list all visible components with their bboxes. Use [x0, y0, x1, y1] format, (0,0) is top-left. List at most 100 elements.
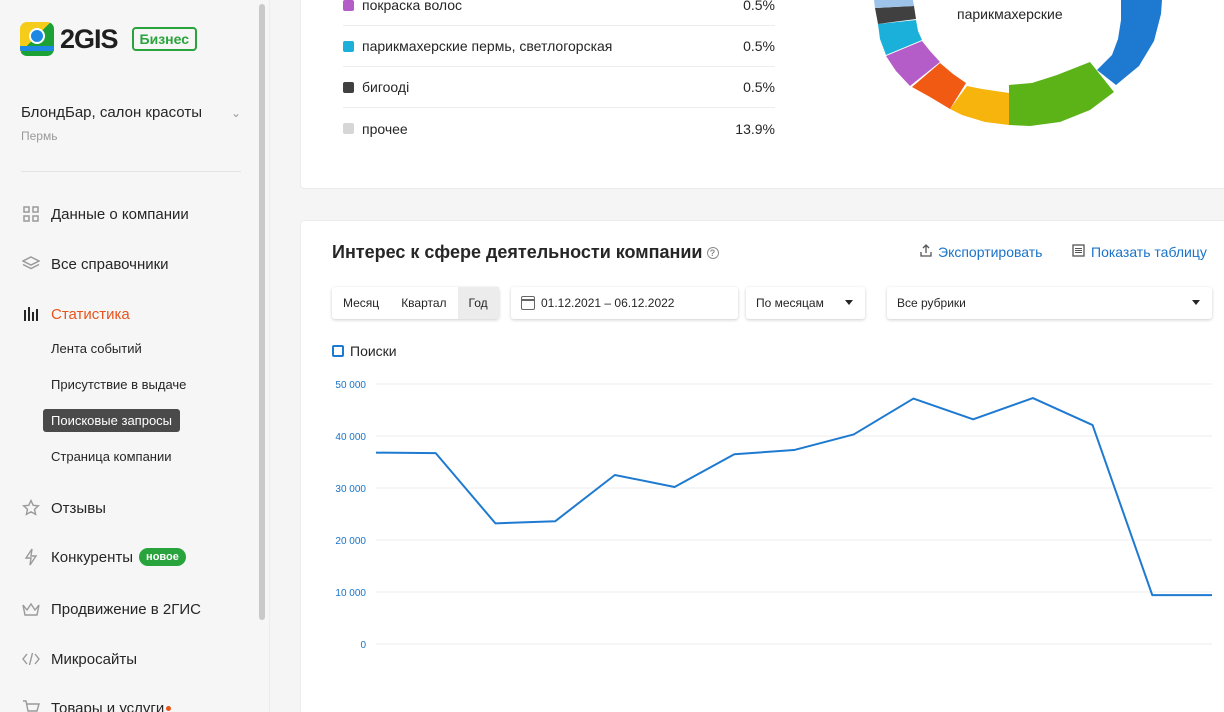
donut-segment[interactable] [1009, 62, 1114, 126]
2gis-logo-icon [20, 22, 54, 56]
data-point[interactable] [490, 518, 500, 528]
table-icon [1072, 244, 1085, 260]
sidebar-scrollbar[interactable] [259, 4, 265, 620]
legend-swatch [343, 0, 354, 11]
nav-directories[interactable]: Все справочники [21, 254, 169, 274]
y-tick-label: 40 000 [335, 432, 366, 443]
legend-value: 0.5% [743, 38, 775, 54]
code-icon [21, 649, 41, 669]
cart-icon [21, 698, 41, 712]
legend-value: 0.5% [743, 0, 775, 13]
data-point[interactable] [968, 414, 978, 424]
tab-quarter[interactable]: Квартал [390, 287, 457, 319]
caret-down-icon [1192, 300, 1200, 305]
data-point[interactable] [729, 449, 739, 459]
logo[interactable]: 2GIS Бизнес [20, 22, 198, 56]
rubric-select[interactable]: Все рубрики [887, 287, 1212, 319]
y-tick-label: 10 000 [335, 588, 366, 599]
series-legend[interactable]: Поиски [332, 343, 397, 359]
data-point[interactable] [371, 448, 381, 458]
nav-competitors[interactable]: Конкуренты новое [21, 547, 186, 567]
export-button[interactable]: Экспортировать [920, 244, 1042, 260]
export-label: Экспортировать [938, 244, 1043, 260]
nav-goods[interactable]: Товары и услуги [21, 698, 172, 712]
data-point[interactable] [1028, 393, 1038, 403]
company-city: Пермь [21, 129, 58, 143]
series-name: Поиски [350, 343, 397, 359]
legend-label: бигоодi [362, 79, 410, 95]
nav-label: Продвижение в 2ГИС [51, 600, 201, 618]
data-point[interactable] [789, 445, 799, 455]
nav-label: Конкуренты [51, 548, 134, 566]
nav-label: Все справочники [51, 255, 169, 273]
nav-label: Отзывы [51, 499, 106, 517]
legend-row: прочее 13.9% [343, 108, 775, 149]
donut-segment[interactable] [1097, 0, 1162, 85]
y-tick-label: 0 [360, 640, 366, 651]
nav-company-data[interactable]: Данные о компании [21, 204, 189, 224]
legend-value: 0.5% [743, 79, 775, 95]
company-switcher[interactable]: БлондБар, салон красоты Пермь ⌄ [21, 104, 243, 143]
chart-title: Интерес к сфере деятельности компании? [332, 242, 719, 263]
legend-row: бигоодi 0.5% [343, 67, 775, 108]
calendar-icon [521, 296, 535, 310]
sub-presence[interactable]: Присутствие в выдаче [51, 377, 186, 392]
nav-label: Микросайты [51, 650, 137, 668]
legend-label: покраска волос [362, 0, 463, 13]
data-point[interactable] [908, 394, 918, 404]
chevron-down-icon[interactable]: ⌄ [231, 106, 241, 120]
series-checkbox[interactable] [332, 345, 344, 357]
legend-row: парикмахерские пермь, светлогорская 0.5% [343, 26, 775, 67]
logo-text: 2GIS [60, 23, 119, 54]
grouping-select[interactable]: По месяцам [746, 287, 865, 319]
sub-company-page[interactable]: Страница компании [51, 449, 172, 464]
nav-label: Статистика [51, 305, 130, 323]
date-range-picker[interactable]: 01.12.2021 – 06.12.2022 [511, 287, 738, 319]
rubric-value: Все рубрики [897, 296, 966, 310]
star-icon [21, 498, 41, 518]
interest-line-chart: 50 000 40 000 30 000 20 000 10 000 0 [335, 380, 1217, 651]
notification-dot [166, 705, 172, 711]
tab-year[interactable]: Год [457, 287, 499, 319]
legend-label: прочее [362, 120, 408, 137]
bar-chart-icon [21, 304, 41, 324]
tab-month[interactable]: Месяц [332, 287, 390, 319]
crown-icon [21, 599, 41, 619]
sub-search-queries[interactable]: Поисковые запросы [43, 409, 181, 432]
legend-swatch [343, 40, 354, 52]
y-tick-label: 20 000 [335, 536, 366, 547]
legend-value: 13.9% [735, 120, 775, 137]
data-point[interactable] [550, 516, 560, 526]
date-range-value: 01.12.2021 – 06.12.2022 [541, 296, 675, 310]
data-point[interactable] [610, 470, 620, 480]
data-point[interactable] [431, 448, 441, 458]
nav-promotion[interactable]: Продвижение в 2ГИС [21, 599, 201, 619]
sub-events[interactable]: Лента событий [51, 341, 142, 356]
show-table-button[interactable]: Показать таблицу [1072, 244, 1207, 260]
data-point[interactable] [1207, 590, 1217, 600]
donut-center-label: парикмахерские [957, 6, 1063, 22]
nav-statistics[interactable]: Статистика [21, 304, 130, 324]
help-icon[interactable]: ? [706, 247, 719, 260]
data-point[interactable] [1088, 420, 1098, 430]
data-point[interactable] [1147, 590, 1157, 600]
y-tick-label: 50 000 [335, 380, 366, 391]
y-tick-label: 30 000 [335, 484, 366, 495]
company-name: БлондБар, салон красоты [21, 104, 202, 121]
data-point[interactable] [849, 429, 859, 439]
series-line-searches[interactable] [375, 397, 1212, 597]
caret-down-icon [845, 300, 853, 305]
chart-title-text: Интерес к сфере деятельности компании [332, 242, 703, 262]
nav-microsites[interactable]: Микросайты [21, 649, 137, 669]
data-point[interactable] [670, 482, 680, 492]
sidebar: 2GIS Бизнес БлондБар, салон красоты Перм… [0, 0, 270, 712]
legend-row: покраска волос 0.5% [343, 0, 775, 26]
nav-reviews[interactable]: Отзывы [21, 498, 106, 518]
show-table-label: Показать таблицу [1091, 244, 1207, 260]
new-badge: новое [139, 548, 186, 566]
legend-swatch [343, 123, 354, 134]
layers-icon [21, 254, 41, 274]
grid-icon [21, 204, 41, 224]
legend-label: парикмахерские пермь, светлогорская [362, 38, 613, 54]
nav-label: Товары и услуги [51, 699, 165, 712]
